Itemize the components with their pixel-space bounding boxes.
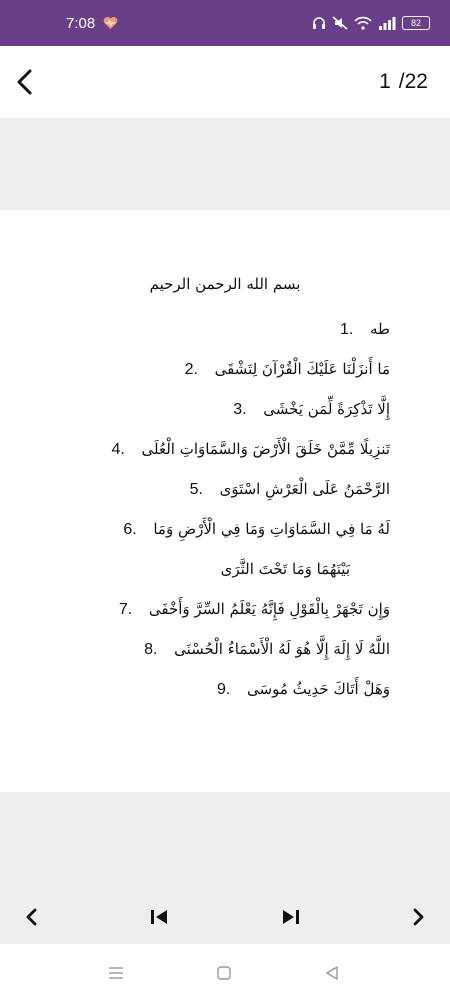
verse-number: 1. xyxy=(340,321,354,338)
status-bar: 7:08 82 xyxy=(0,0,450,46)
verse-6-continuation: بَيْنَهُمَا وَمَا تَحْتَ الثَّرَى xyxy=(220,560,350,578)
verse-1: طه 1. xyxy=(330,320,390,339)
verse-content: بسم الله الرحمن الرحيم طه 1. مَا أَنزَلْ… xyxy=(0,210,450,792)
system-navbar xyxy=(0,944,450,1000)
skip-first-icon xyxy=(151,910,167,924)
first-page-button[interactable] xyxy=(144,902,174,932)
chevron-left-icon xyxy=(17,69,32,95)
verse-9: وَهَلْ أَتَاكَ حَدِيثُ مُوسَى 9. xyxy=(207,680,390,699)
wifi-icon xyxy=(354,16,372,30)
previous-button[interactable] xyxy=(16,902,46,932)
verse-number: 8. xyxy=(144,641,158,658)
system-back-button[interactable] xyxy=(322,964,342,982)
verse-number: 4. xyxy=(111,441,125,458)
verse-number: 3. xyxy=(233,401,247,418)
verse-text: إِلَّا تَذْكِرَةً لِّمَن يَخْشَى xyxy=(263,400,390,418)
verse-text: لَهُ مَا فِي السَّمَاوَاتِ وَمَا فِي الْ… xyxy=(153,520,390,538)
verse-8: اللَّهُ لَا إِلَهَ إِلَّا هُوَ لَهُ الْأ… xyxy=(134,640,390,659)
verse-2: مَا أَنزَلْنَا عَلَيْكَ الْقُرْآنَ لِتَش… xyxy=(175,360,390,379)
verse-number: 9. xyxy=(217,681,231,698)
basmala: بسم الله الرحمن الرحيم xyxy=(149,275,301,293)
verse-number: 2. xyxy=(184,361,198,378)
verse-3: إِلَّا تَذْكِرَةً لِّمَن يَخْشَى 3. xyxy=(223,400,390,419)
next-icon xyxy=(413,908,424,926)
status-time: 7:08 xyxy=(66,14,96,32)
last-page-button[interactable] xyxy=(276,902,306,932)
verse-7: وَإِن تَجْهَرْ بِالْقَوْلِ فَإِنَّهُ يَع… xyxy=(109,600,390,619)
status-icons: 82 xyxy=(312,16,430,30)
verse-text: وَإِن تَجْهَرْ بِالْقَوْلِ فَإِنَّهُ يَع… xyxy=(148,600,390,618)
verse-text: طه xyxy=(370,320,390,338)
verse-number: 6. xyxy=(123,521,137,538)
verse-text: تَنزِيلًا مِّمَّنْ خَلَقَ الْأَرْضَ وَال… xyxy=(141,440,391,458)
menu-button[interactable] xyxy=(106,964,126,982)
verse-text: الرَّحْمَنُ عَلَى الْعَرْشِ اسْتَوَى xyxy=(219,480,390,498)
page-counter: 1 /22 xyxy=(379,70,438,94)
total-pages: /22 xyxy=(398,70,428,93)
back-button[interactable] xyxy=(16,64,44,100)
verse-4: تَنزِيلًا مِّمَّنْ خَلَقَ الْأَرْضَ وَال… xyxy=(102,440,391,459)
skip-last-icon xyxy=(283,910,299,924)
verse-5: الرَّحْمَنُ عَلَى الْعَرْشِ اسْتَوَى 5. xyxy=(180,480,390,499)
verse-text: اللَّهُ لَا إِلَهَ إِلَّا هُوَ لَهُ الْأ… xyxy=(174,640,390,658)
prev-icon xyxy=(26,908,37,926)
header: 1 /22 xyxy=(0,46,450,118)
menu-icon xyxy=(109,967,123,979)
current-page: 1 xyxy=(379,70,391,93)
home-icon xyxy=(217,966,231,980)
heart-icon xyxy=(103,16,118,30)
verse-6: لَهُ مَا فِي السَّمَاوَاتِ وَمَا فِي الْ… xyxy=(113,520,390,539)
verse-text: مَا أَنزَلْنَا عَلَيْكَ الْقُرْآنَ لِتَش… xyxy=(214,360,390,378)
verse-number: 5. xyxy=(189,481,203,498)
page-controls xyxy=(0,880,450,950)
home-button[interactable] xyxy=(214,964,234,982)
top-gray-band xyxy=(0,118,450,210)
battery-icon: 82 xyxy=(402,16,430,30)
verse-text: وَهَلْ أَتَاكَ حَدِيثُ مُوسَى xyxy=(247,680,390,698)
back-triangle-icon xyxy=(326,966,338,980)
signal-icon xyxy=(378,16,396,30)
next-button[interactable] xyxy=(404,902,434,932)
mute-icon xyxy=(332,16,348,30)
verse-number: 7. xyxy=(118,601,133,618)
headphones-icon xyxy=(312,16,326,30)
